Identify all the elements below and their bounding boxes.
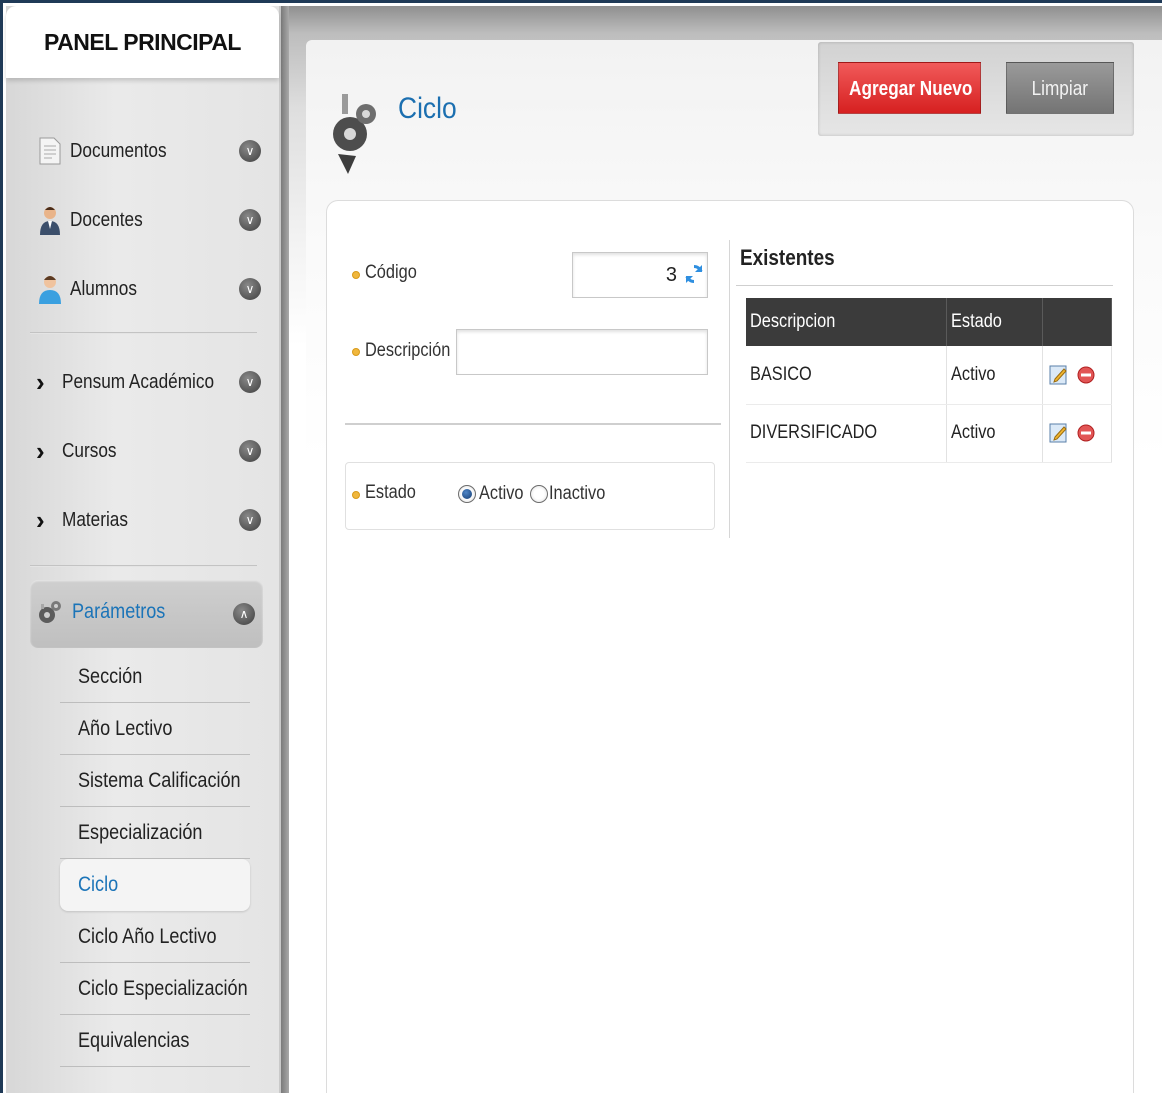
sidebar-subitem-ano-lectivo[interactable]: Año Lectivo [60,703,250,755]
table-cell [1042,404,1112,463]
table-cell: DIVERSIFICADO [746,404,947,463]
chevron-right-icon: › [36,505,45,535]
table-cell: Activo [946,346,1043,405]
table-row: BASICO Activo [746,346,1112,405]
page-title: Ciclo [398,92,457,125]
refresh-icon[interactable] [682,262,706,286]
edit-icon[interactable] [1049,364,1069,386]
sidebar-item-parametros[interactable]: Parámetros ∧ [30,580,263,648]
sidebar-subitem-label: Ciclo [78,873,119,896]
existentes-underline [736,285,1113,286]
gears-icon [39,601,61,623]
column-header: Descripcion [746,298,947,346]
sidebar-subitem-label: Especialización [78,820,203,844]
sidebar-item-label: Alumnos [70,277,137,300]
table-row: DIVERSIFICADO Activo [746,404,1112,463]
chevron-right-icon: › [36,436,45,466]
estado-label: Estado [365,482,416,503]
sidebar-subitem-sistema-calificacion[interactable]: Sistema Calificación [60,755,250,807]
sidebar-item-label: Parámetros [72,600,166,623]
panel-header: PANEL PRINCIPAL [6,6,279,78]
chevron-up-icon[interactable]: ∧ [233,603,255,625]
sidebar-item-materias[interactable]: › Materias ∨ [36,500,261,540]
sidebar-item-label: Materias [62,508,128,531]
column-header [1042,298,1112,346]
bullet-icon [352,271,360,279]
column-divider [729,240,730,538]
sidebar-subitem-label: Equivalencias [78,1028,190,1052]
sidebar-subitem-equivalencias[interactable]: Equivalencias [60,1015,250,1067]
teacher-icon [40,207,60,235]
gears-icon [333,94,376,174]
descripcion-label: Descripción [365,340,451,361]
sidebar-subitem-ciclo[interactable]: Ciclo [60,859,250,911]
sidebar-subitem-label: Sistema Calificación [78,768,241,792]
delete-icon[interactable] [1076,365,1096,385]
existentes-table: Descripcion Estado BASICO Activo DIVERSI… [746,298,1112,463]
chevron-down-icon[interactable]: ∨ [239,140,261,162]
bullet-icon [352,348,360,356]
chevron-down-icon[interactable]: ∨ [239,371,261,393]
codigo-label: Código [365,262,417,283]
table-header-row: Descripcion Estado [746,298,1112,346]
edit-icon[interactable] [1049,422,1069,444]
delete-icon[interactable] [1076,423,1096,443]
sidebar-divider [281,6,289,1093]
sidebar-subitem-ciclo-ano-lectivo[interactable]: Ciclo Año Lectivo [60,911,250,963]
sidebar-item-documentos[interactable]: Documentos ∨ [36,131,261,171]
sidebar-divider [30,565,257,567]
form-divider [345,423,721,425]
student-icon [39,276,61,304]
add-new-button[interactable]: Agregar Nuevo [838,62,981,114]
sidebar-item-label: Docentes [70,208,143,231]
sidebar-item-alumnos[interactable]: Alumnos ∨ [36,269,261,309]
chevron-down-icon[interactable]: ∨ [239,278,261,300]
table-cell: Activo [946,404,1043,463]
clear-button[interactable]: Limpiar [1006,62,1114,114]
chevron-down-icon[interactable]: ∨ [239,509,261,531]
estado-activo-radio[interactable] [458,485,476,503]
sidebar-item-docentes[interactable]: Docentes ∨ [36,200,261,240]
chevron-down-icon[interactable]: ∨ [239,209,261,231]
sidebar-subitem-label: Año Lectivo [78,716,173,740]
sidebar-item-cursos[interactable]: › Cursos ∨ [36,431,261,471]
chevron-down-icon[interactable]: ∨ [239,440,261,462]
sidebar-subitem-especializacion[interactable]: Especialización [60,807,250,859]
sidebar-subitem-seccion[interactable]: Sección [60,651,250,703]
radio-label: Inactivo [549,483,606,504]
column-header: Estado [946,298,1043,346]
sidebar-item-label: Cursos [62,439,117,462]
sidebar-subitem-ciclo-especializacion[interactable]: Ciclo Especialización [60,963,250,1015]
table-cell: BASICO [746,346,947,405]
table-cell [1042,346,1112,405]
sidebar-item-label: Pensum Académico [62,370,215,393]
sidebar-item-pensum[interactable]: › Pensum Académico ∨ [36,362,261,402]
estado-inactivo-radio[interactable] [530,485,548,503]
sidebar-subitem-label: Sección [78,664,143,688]
radio-label: Activo [479,483,524,504]
sidebar-subitem-label: Ciclo Especialización [78,976,248,1000]
document-icon [39,137,61,165]
descripcion-input[interactable] [456,329,708,375]
existentes-title: Existentes [740,245,835,270]
chevron-right-icon: › [36,367,45,397]
sidebar-subitem-label: Ciclo Año Lectivo [78,924,217,948]
sidebar-item-label: Documentos [70,139,167,162]
sidebar-divider [30,332,257,334]
bullet-icon [352,491,360,499]
